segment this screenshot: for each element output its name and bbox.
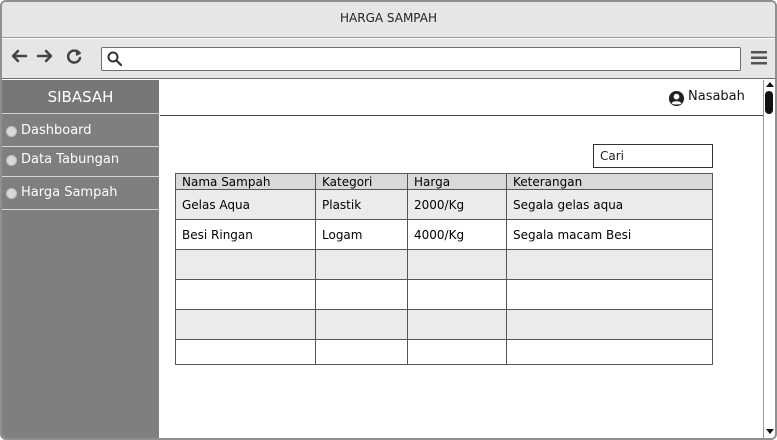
scroll-down-icon[interactable] [766, 429, 774, 434]
radio-icon [6, 188, 17, 199]
table-row[interactable] [175, 279, 713, 310]
user-circle-icon[interactable] [668, 90, 685, 107]
table-cell [407, 339, 507, 365]
sidebar-item-harga-sampah[interactable]: Harga Sampah [2, 178, 159, 210]
table-cell: 4000/Kg [407, 219, 507, 250]
table-cell: Plastik [315, 189, 408, 220]
table-row[interactable] [175, 249, 713, 280]
table-cell [407, 279, 507, 310]
table-cell [506, 339, 713, 365]
table-cell [315, 339, 408, 365]
table-cell [506, 279, 713, 310]
table-cell: Segala macam Besi [506, 219, 713, 250]
vertical-scrollbar[interactable] [763, 80, 775, 438]
radio-icon [6, 126, 17, 137]
table-row[interactable]: Gelas Aqua Plastik 2000/Kg Segala gelas … [175, 189, 713, 220]
sidebar-item-label: Harga Sampah [21, 185, 118, 200]
table-cell [315, 279, 408, 310]
search-icon [107, 51, 123, 67]
table-cell [407, 309, 507, 340]
brand-title: SIBASAH [2, 80, 159, 114]
title-bar: HARGA SAMPAH [2, 2, 775, 38]
scroll-up-icon[interactable] [766, 82, 774, 87]
table-cell [506, 309, 713, 340]
browser-window: HARGA SAMPAH SIBASAH Dashboard Data Tabu… [0, 0, 777, 440]
sidebar-item-label: Data Tabungan [21, 152, 120, 167]
sidebar-item-label: Dashboard [21, 123, 92, 138]
table-cell [175, 249, 316, 280]
column-header: Keterangan [506, 173, 713, 190]
column-header: Kategori [315, 173, 408, 190]
table-cell: Gelas Aqua [175, 189, 316, 220]
table-cell [407, 249, 507, 280]
column-header: Harga [407, 173, 507, 190]
column-header: Nama Sampah [175, 173, 316, 190]
main-header: Nasabah [160, 80, 763, 116]
table-cell: Besi Ringan [175, 219, 316, 250]
harga-sampah-table: Nama Sampah Kategori Harga Keterangan Ge… [175, 173, 713, 365]
sidebar: SIBASAH Dashboard Data Tabungan Harga Sa… [2, 80, 159, 438]
radio-icon [6, 155, 17, 166]
table-cell: 2000/Kg [407, 189, 507, 220]
hamburger-menu-icon[interactable] [750, 49, 768, 67]
address-bar [2, 39, 775, 79]
user-label[interactable]: Nasabah [688, 89, 745, 104]
search-input[interactable] [593, 144, 713, 168]
table-cell: Segala gelas aqua [506, 189, 713, 220]
table-cell [506, 249, 713, 280]
table-cell [175, 339, 316, 365]
table-header-row: Nama Sampah Kategori Harga Keterangan [175, 173, 713, 190]
arrow-right-icon[interactable] [36, 48, 54, 69]
arrow-left-icon[interactable] [10, 48, 28, 69]
table-cell [175, 279, 316, 310]
table-cell: Logam [315, 219, 408, 250]
reload-icon[interactable] [66, 48, 84, 69]
window-title: HARGA SAMPAH [340, 11, 437, 25]
table-cell [315, 249, 408, 280]
table-row[interactable] [175, 339, 713, 365]
table-row[interactable] [175, 309, 713, 340]
table-cell [175, 309, 316, 340]
table-cell [315, 309, 408, 340]
sidebar-item-dashboard[interactable]: Dashboard [2, 116, 159, 147]
scroll-thumb[interactable] [765, 91, 773, 114]
sidebar-item-data-tabungan[interactable]: Data Tabungan [2, 147, 159, 177]
url-field[interactable] [101, 47, 741, 71]
table-row[interactable]: Besi Ringan Logam 4000/Kg Segala macam B… [175, 219, 713, 250]
